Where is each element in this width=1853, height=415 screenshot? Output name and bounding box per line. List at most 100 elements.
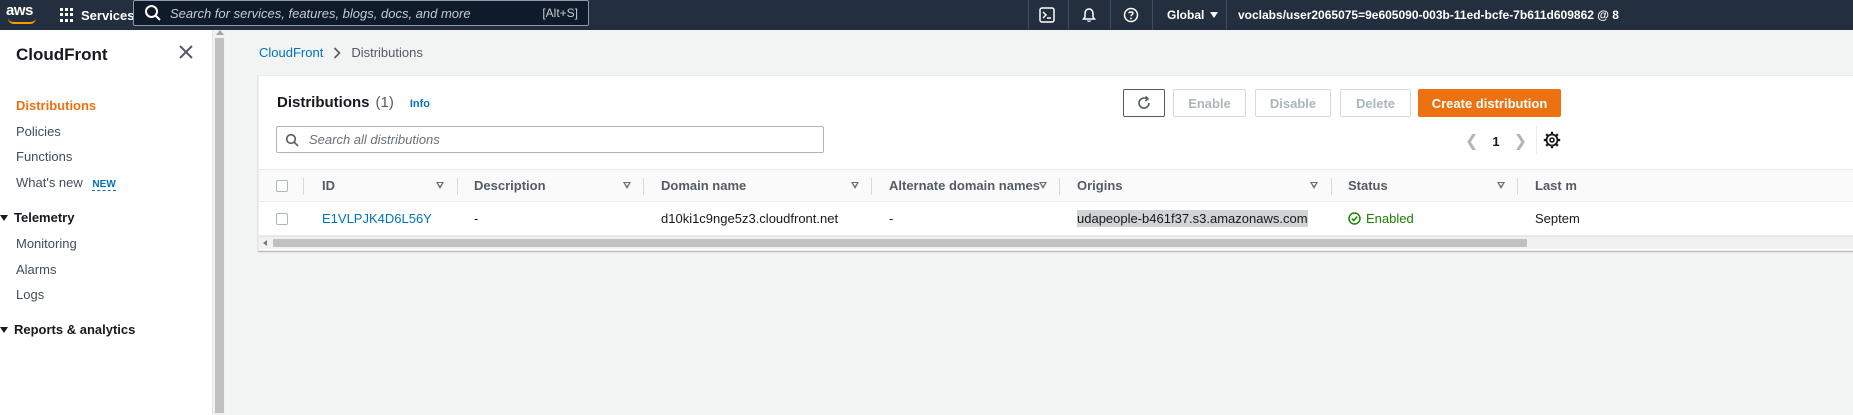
section-reports-analytics[interactable]: Reports & analytics: [0, 322, 135, 337]
status-label: Enabled: [1366, 211, 1414, 226]
refresh-icon: [1138, 95, 1150, 109]
section-label: Telemetry: [14, 210, 75, 225]
page-title: Distributions: [277, 94, 370, 111]
panel-header: Distributions (1) Info: [277, 94, 430, 111]
divider: [1028, 0, 1029, 30]
select-all-checkbox[interactable]: [276, 180, 288, 192]
side-navigation: CloudFront Distributions Policies Functi…: [0, 30, 212, 415]
sidebar-item-whats-new[interactable]: What's new NEW: [16, 175, 116, 191]
column-header-status[interactable]: Status: [1348, 178, 1388, 193]
scroll-up-icon[interactable]: [216, 30, 224, 35]
region-label: Global: [1167, 8, 1205, 22]
search-shortcut: [Alt+S]: [542, 6, 578, 20]
cell-domain-name: d10ki1c9nge5z3.cloudfront.net: [661, 211, 839, 226]
sort-icon[interactable]: [1039, 182, 1047, 189]
column-header-last-modified[interactable]: Last m: [1535, 178, 1577, 193]
cell-origins: udapeople-b461f37.s3.amazonaws.com: [1077, 210, 1308, 227]
sidebar-item-policies[interactable]: Policies: [16, 124, 61, 139]
breadcrumb-cloudfront[interactable]: CloudFront: [259, 45, 323, 60]
column-header-alternate-domain-names[interactable]: Alternate domain names: [889, 178, 1040, 193]
sort-icon[interactable]: [1497, 182, 1505, 189]
distributions-panel: Distributions (1) Info Enable Disable De…: [258, 75, 1853, 251]
sidebar-item-label: What's new: [16, 175, 83, 190]
disable-button[interactable]: Disable: [1255, 89, 1331, 117]
caret-down-icon: [0, 214, 8, 221]
section-label: Reports & analytics: [14, 322, 136, 337]
breadcrumb-distributions: Distributions: [351, 45, 423, 60]
column-header-origins[interactable]: Origins: [1077, 178, 1123, 193]
sidenav-scrollbar[interactable]: [212, 30, 225, 415]
sidebar-item-monitoring[interactable]: Monitoring: [16, 236, 77, 251]
divider: [1226, 0, 1227, 30]
chevron-left-icon[interactable]: ❮: [1465, 131, 1478, 151]
scrollbar-thumb[interactable]: [273, 239, 1527, 247]
sidebar-item-functions[interactable]: Functions: [16, 149, 72, 164]
create-distribution-button[interactable]: Create distribution: [1418, 89, 1561, 117]
column-header-id[interactable]: ID: [322, 178, 335, 193]
sidebar-item-distributions[interactable]: Distributions: [16, 98, 96, 113]
distribution-search-input[interactable]: Search all distributions: [276, 126, 824, 153]
aws-logo[interactable]: aws: [6, 2, 40, 26]
divider: [1331, 178, 1332, 195]
divider: [1517, 178, 1518, 195]
top-navigation: aws Services Search for services, featur…: [0, 0, 1853, 30]
cell-description: -: [474, 211, 479, 226]
divider: [871, 178, 872, 195]
column-header-domain-name[interactable]: Domain name: [661, 178, 746, 193]
table-header: ID Description Domain name Alternate dom…: [259, 169, 1853, 202]
search-icon: [285, 133, 299, 147]
new-badge: NEW: [92, 179, 116, 191]
refresh-button[interactable]: [1123, 89, 1165, 117]
divider: [1536, 126, 1537, 154]
cell-alternate-domain-names: -: [889, 211, 894, 226]
sidebar-item-alarms[interactable]: Alarms: [16, 262, 56, 277]
divider: [457, 178, 458, 195]
region-selector[interactable]: Global: [1167, 0, 1219, 30]
sidenav-title[interactable]: CloudFront: [16, 45, 108, 65]
enable-button[interactable]: Enable: [1173, 89, 1246, 117]
services-label: Services: [81, 7, 135, 23]
divider: [1068, 0, 1069, 30]
grid-icon: [60, 8, 74, 22]
distribution-count: (1): [375, 94, 394, 111]
sort-icon[interactable]: [1310, 182, 1318, 189]
page-number[interactable]: 1: [1492, 134, 1499, 149]
sort-icon[interactable]: [623, 182, 631, 189]
search-placeholder: Search for services, features, blogs, do…: [170, 5, 471, 21]
account-menu[interactable]: voclabs/user2065075=9e605090-003b-11ed-b…: [1238, 0, 1619, 30]
status-badge: Enabled: [1348, 211, 1414, 226]
info-link[interactable]: Info: [410, 98, 430, 110]
table-row[interactable]: E1VLPJK4D6L56Y - d10ki1c9nge5z3.cloudfro…: [259, 202, 1853, 236]
services-menu-button[interactable]: Services: [60, 0, 135, 30]
close-icon[interactable]: [177, 43, 195, 61]
pagination: ❮ 1 ❯: [1465, 131, 1527, 151]
divider: [1059, 178, 1060, 195]
table-horizontal-scrollbar[interactable]: [259, 236, 1853, 249]
gear-icon[interactable]: [1543, 131, 1561, 149]
chevron-right-icon[interactable]: ❯: [1514, 131, 1527, 151]
account-label: voclabs/user2065075=9e605090-003b-11ed-b…: [1238, 8, 1619, 22]
row-checkbox[interactable]: [276, 213, 288, 225]
global-search-input[interactable]: Search for services, features, blogs, do…: [133, 0, 589, 26]
help-icon[interactable]: [1120, 4, 1142, 26]
cell-last-modified: Septem: [1535, 211, 1580, 226]
section-telemetry[interactable]: Telemetry: [0, 210, 74, 225]
divider: [643, 178, 644, 195]
chevron-right-icon: [334, 46, 341, 59]
divider: [1152, 0, 1153, 30]
divider: [303, 178, 304, 195]
column-header-description[interactable]: Description: [474, 178, 546, 193]
search-icon: [145, 5, 161, 21]
scrollbar-thumb[interactable]: [215, 38, 224, 413]
sort-icon[interactable]: [851, 182, 859, 189]
distribution-id-link[interactable]: E1VLPJK4D6L56Y: [322, 211, 432, 226]
breadcrumb: CloudFront Distributions: [259, 45, 423, 60]
bell-icon[interactable]: [1078, 4, 1100, 26]
sort-icon[interactable]: [436, 182, 444, 189]
cloudshell-icon[interactable]: [1036, 4, 1058, 26]
sidebar-item-logs[interactable]: Logs: [16, 287, 44, 302]
delete-button[interactable]: Delete: [1340, 89, 1411, 117]
scroll-left-icon[interactable]: [263, 240, 267, 246]
caret-down-icon: [0, 326, 8, 333]
check-circle-icon: [1348, 212, 1361, 225]
